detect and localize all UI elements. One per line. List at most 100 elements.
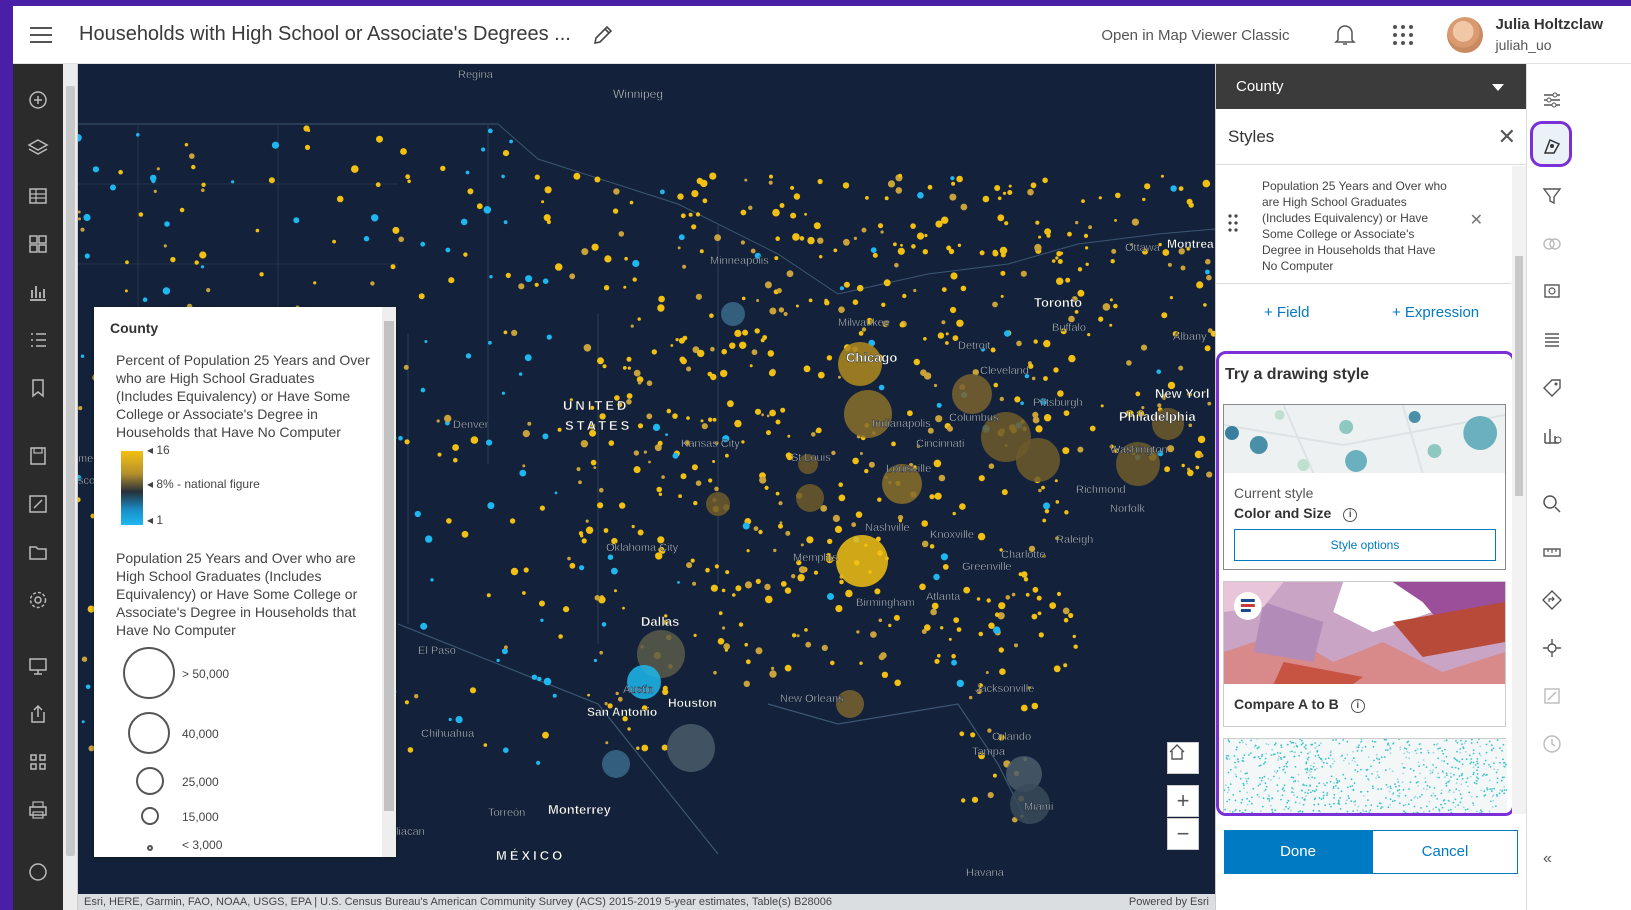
county-symbol[interactable] [206,288,211,293]
county-symbol[interactable] [1038,235,1042,239]
done-button[interactable]: Done [1224,830,1372,874]
county-symbol[interactable] [398,236,405,243]
county-symbol[interactable] [720,369,728,378]
county-symbol[interactable] [713,670,717,675]
county-symbol[interactable] [307,129,311,132]
county-symbol[interactable] [725,453,729,458]
county-symbol[interactable] [686,366,692,372]
bookmarks-icon[interactable] [26,376,50,400]
county-symbol[interactable] [936,402,942,408]
county-symbol[interactable] [772,208,780,217]
county-symbol[interactable] [949,193,957,201]
county-symbol[interactable] [313,281,317,285]
county-symbol[interactable] [138,212,144,217]
county-symbol[interactable] [1021,571,1028,578]
county-symbol[interactable] [510,567,519,576]
county-symbol[interactable] [744,642,748,647]
county-symbol[interactable] [783,312,788,316]
county-symbol[interactable] [637,380,642,385]
county-symbol[interactable] [1056,591,1062,597]
county-symbol[interactable] [142,297,148,302]
county-symbol[interactable] [563,606,570,613]
county-symbol[interactable] [1065,277,1071,283]
county-symbol[interactable] [960,285,967,292]
county-symbol[interactable] [585,526,594,534]
county-symbol[interactable] [753,526,759,531]
county-symbol[interactable] [874,588,881,595]
county-symbol[interactable] [948,248,955,255]
county-symbol[interactable] [1188,423,1193,428]
print-icon[interactable] [26,798,50,822]
menu-icon[interactable] [13,6,69,64]
county-symbol[interactable] [1131,218,1139,226]
county-symbol[interactable] [604,255,612,263]
county-symbol[interactable] [771,666,775,671]
color-size-style-card[interactable]: Current style Color and Size i Style opti… [1223,404,1506,570]
county-symbol[interactable] [666,408,672,414]
county-symbol[interactable] [754,408,762,415]
county-symbol[interactable] [1042,518,1047,523]
county-symbol[interactable] [992,773,997,778]
county-symbol[interactable] [817,237,824,244]
county-symbol[interactable] [774,256,779,261]
county-symbol[interactable] [1059,251,1064,255]
county-symbol[interactable] [916,232,925,240]
county-symbol[interactable] [998,647,1004,653]
county-symbol[interactable] [1055,500,1060,504]
county-symbol[interactable] [881,671,889,678]
county-symbol[interactable] [1180,265,1186,271]
county-symbol[interactable] [978,475,985,482]
county-symbol[interactable] [557,427,562,432]
county-symbol[interactable] [1025,592,1030,597]
county-symbol[interactable] [859,661,863,665]
county-symbol[interactable] [1160,174,1164,178]
info-icon[interactable]: i [1350,699,1365,713]
county-symbol[interactable] [881,302,886,307]
county-symbol[interactable] [994,185,1001,191]
county-symbol[interactable] [1083,233,1089,238]
county-symbol[interactable] [745,659,751,665]
county-symbol[interactable] [509,518,516,524]
county-symbol[interactable] [489,275,493,279]
county-symbol[interactable] [793,193,801,200]
county-symbol[interactable] [420,387,426,393]
county-symbol[interactable] [1187,469,1194,477]
county-symbol[interactable] [880,230,884,234]
county-symbol[interactable] [824,300,830,306]
county-symbol[interactable] [690,558,695,563]
county-symbol[interactable] [522,464,526,468]
county-symbol[interactable] [677,246,681,250]
county-symbol[interactable] [804,212,807,216]
county-symbol[interactable] [633,369,641,377]
county-symbol[interactable] [806,536,814,544]
county-symbol[interactable] [546,334,552,340]
county-symbol[interactable] [778,523,783,529]
add-layer-icon[interactable] [26,88,50,112]
county-symbol[interactable] [768,180,773,185]
metro-symbol[interactable] [667,724,715,772]
county-symbol[interactable] [910,223,916,229]
filter-icon[interactable] [1540,184,1564,208]
county-symbol[interactable] [744,178,748,182]
county-symbol[interactable] [775,236,780,241]
county-symbol[interactable] [467,188,474,195]
county-symbol[interactable] [631,524,635,529]
county-symbol[interactable] [465,353,472,359]
county-symbol[interactable] [883,279,891,287]
county-symbol[interactable] [956,627,962,632]
county-symbol[interactable] [1088,225,1092,230]
county-symbol[interactable] [877,223,884,229]
county-symbol[interactable] [351,165,359,173]
county-symbol[interactable] [697,349,705,358]
county-symbol[interactable] [1102,303,1111,311]
county-symbol[interactable] [661,744,668,751]
user-avatar[interactable] [1447,17,1484,53]
county-symbol[interactable] [170,256,176,263]
county-symbol[interactable] [569,273,576,280]
county-symbol[interactable] [959,503,966,510]
county-symbol[interactable] [163,244,167,248]
county-symbol[interactable] [956,679,964,688]
county-symbol[interactable] [722,626,726,630]
county-symbol[interactable] [940,626,944,630]
county-symbol[interactable] [632,259,640,268]
